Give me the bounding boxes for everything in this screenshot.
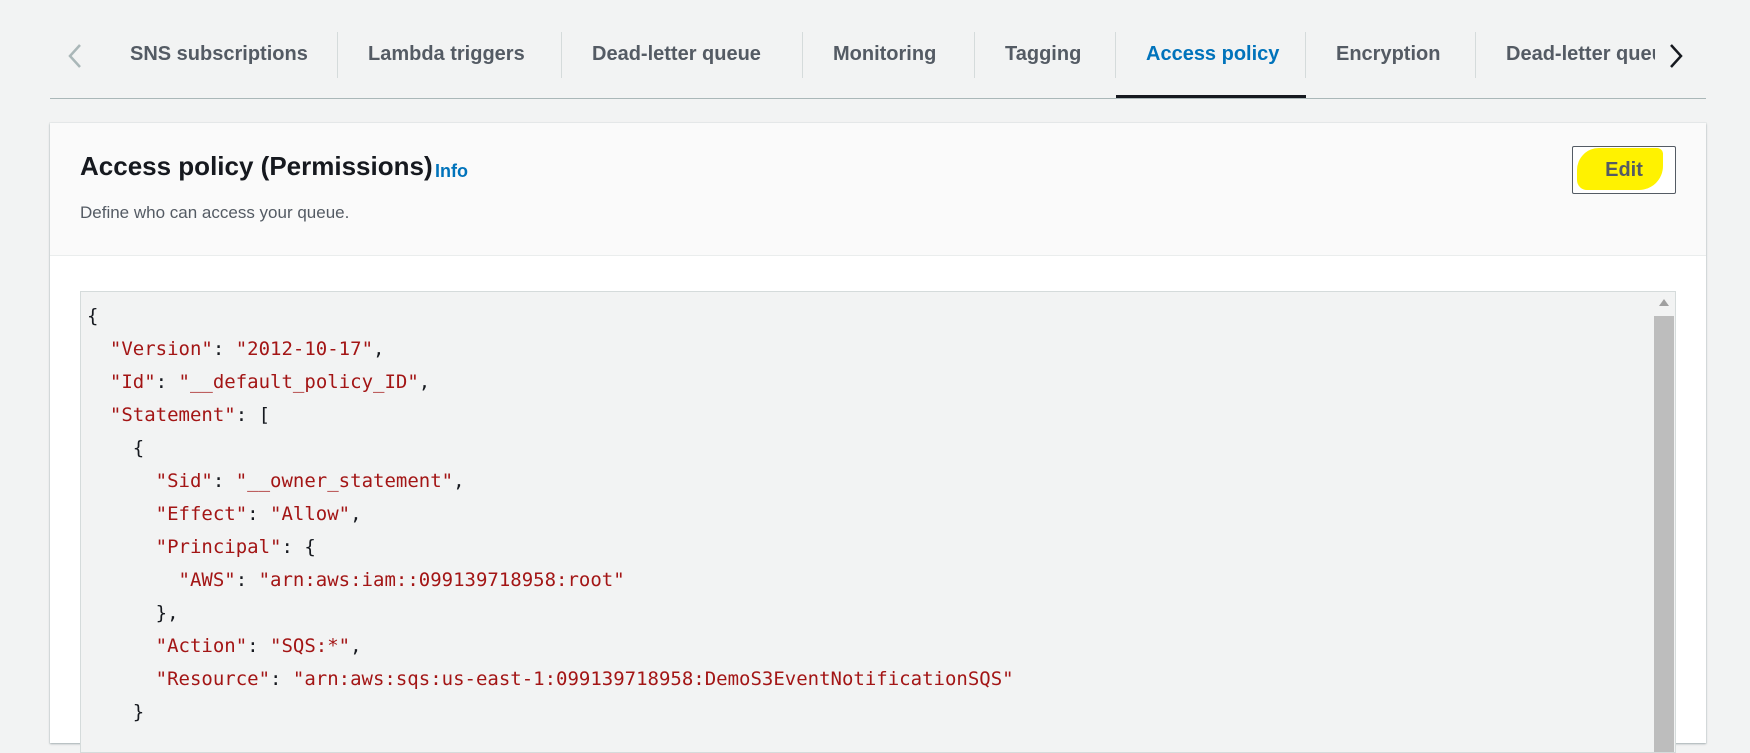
panel-description: Define who can access your queue. <box>80 203 350 222</box>
vertical-scrollbar[interactable] <box>1653 292 1675 752</box>
json-key: "Principal" <box>155 536 282 558</box>
tab-label: Dead-letter queue <box>592 43 761 65</box>
policy-json: { "Version": "2012-10-17", "Id": "__defa… <box>87 305 1014 723</box>
json-value: "arn:aws:iam::099139718958:root" <box>258 569 625 591</box>
json-key: "Resource" <box>155 668 271 690</box>
info-link[interactable]: Info <box>435 161 468 182</box>
access-policy-panel: Access policy (Permissions) Info Define … <box>50 123 1706 753</box>
policy-json-viewer[interactable]: { "Version": "2012-10-17", "Id": "__defa… <box>80 291 1676 753</box>
json-value: "2012-10-17" <box>235 338 374 360</box>
tab-label: Encryption <box>1336 43 1441 65</box>
json-value: "__owner_statement" <box>235 470 454 492</box>
chevron-left-icon[interactable] <box>60 38 90 74</box>
tab-monitoring[interactable]: Monitoring <box>803 32 975 98</box>
tab-label: Tagging <box>1005 43 1082 65</box>
tab-label: Access policy <box>1146 43 1280 65</box>
json-key: "Action" <box>155 635 248 657</box>
tab-bar: SNS subscriptions Lambda triggers Dead-l… <box>50 0 1706 99</box>
tab-label: Lambda triggers <box>368 43 525 65</box>
tab-lambda-triggers[interactable]: Lambda triggers <box>338 32 562 98</box>
panel-title: Access policy (Permissions) <box>80 151 433 181</box>
json-key: "Id" <box>109 371 156 393</box>
tab-tagging[interactable]: Tagging <box>975 32 1116 98</box>
json-value: "SQS:*" <box>270 635 351 657</box>
scroll-thumb[interactable] <box>1654 316 1674 752</box>
json-value: "arn:aws:sqs:us-east-1:099139718958:Demo… <box>292 668 1014 690</box>
tab-list: SNS subscriptions Lambda triggers Dead-l… <box>100 32 1655 98</box>
tab-dead-letter-queue-redrive-status[interactable]: Dead-letter queue redrive status <box>1476 32 1655 98</box>
tab-dead-letter-queue[interactable]: Dead-letter queue <box>562 32 803 98</box>
edit-button-label: Edit <box>1605 159 1643 181</box>
tab-label: Dead-letter queue redrive status <box>1506 43 1655 65</box>
json-key: "Sid" <box>155 470 213 492</box>
tab-label: Monitoring <box>833 43 937 65</box>
json-key: "AWS" <box>178 569 236 591</box>
tab-encryption[interactable]: Encryption <box>1306 32 1476 98</box>
json-value: "__default_policy_ID" <box>178 371 419 393</box>
tab-sns-subscriptions[interactable]: SNS subscriptions <box>100 32 338 98</box>
chevron-right-icon[interactable] <box>1661 38 1691 74</box>
edit-button[interactable]: Edit <box>1572 146 1676 194</box>
json-key: "Effect" <box>155 503 248 525</box>
json-value: "Allow" <box>270 503 351 525</box>
tab-access-policy[interactable]: Access policy <box>1116 32 1306 98</box>
tab-label: SNS subscriptions <box>130 43 308 65</box>
json-key: "Version" <box>109 338 213 360</box>
scroll-up-arrow-icon[interactable] <box>1659 299 1669 306</box>
json-key: "Statement" <box>109 404 236 426</box>
panel-header: Access policy (Permissions) Info Define … <box>50 123 1706 256</box>
